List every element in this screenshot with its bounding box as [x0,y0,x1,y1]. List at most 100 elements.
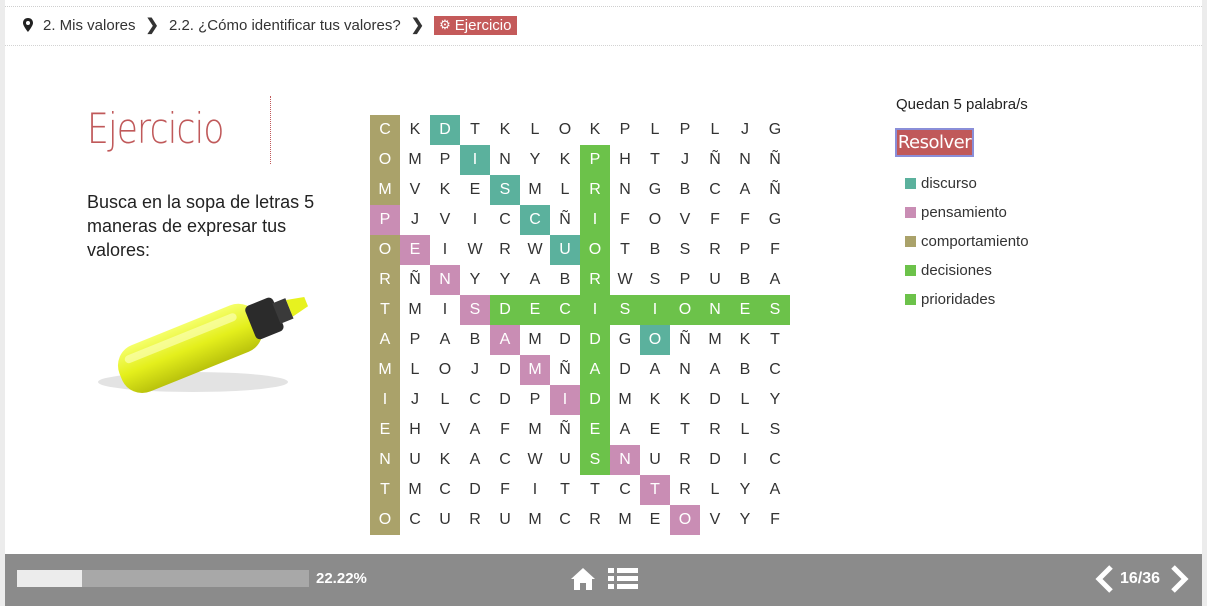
grid-cell[interactable]: T [640,145,670,175]
grid-cell[interactable]: R [580,505,610,535]
grid-cell[interactable]: I [460,145,490,175]
grid-cell[interactable]: S [490,175,520,205]
grid-cell[interactable]: S [460,295,490,325]
grid-cell[interactable]: E [640,415,670,445]
grid-cell[interactable]: A [730,175,760,205]
grid-cell[interactable]: O [640,205,670,235]
grid-cell[interactable]: B [730,265,760,295]
grid-cell[interactable]: K [550,145,580,175]
grid-cell[interactable]: I [520,475,550,505]
grid-cell[interactable]: O [670,505,700,535]
breadcrumb-item-identificar[interactable]: 2.2. ¿Cómo identificar tus valores? [169,17,401,34]
grid-cell[interactable]: B [640,235,670,265]
grid-cell[interactable]: K [430,445,460,475]
grid-cell[interactable]: Y [760,385,790,415]
grid-cell[interactable]: J [400,385,430,415]
grid-cell[interactable]: E [640,505,670,535]
grid-cell[interactable]: L [730,415,760,445]
grid-cell[interactable]: C [370,115,400,145]
grid-cell[interactable]: C [400,505,430,535]
grid-cell[interactable]: R [670,445,700,475]
grid-cell[interactable]: A [700,355,730,385]
grid-cell[interactable]: N [670,355,700,385]
grid-cell[interactable]: E [370,415,400,445]
grid-cell[interactable]: P [430,145,460,175]
grid-cell[interactable]: D [700,385,730,415]
grid-cell[interactable]: W [520,445,550,475]
grid-cell[interactable]: I [580,295,610,325]
grid-cell[interactable]: P [670,265,700,295]
grid-cell[interactable]: P [580,145,610,175]
grid-cell[interactable]: N [610,175,640,205]
grid-cell[interactable]: A [580,355,610,385]
grid-cell[interactable]: D [460,475,490,505]
grid-cell[interactable]: D [490,295,520,325]
grid-cell[interactable]: O [550,115,580,145]
grid-cell[interactable]: P [610,115,640,145]
grid-cell[interactable]: T [370,295,400,325]
grid-cell[interactable]: E [460,175,490,205]
grid-cell[interactable]: T [640,475,670,505]
word-search-grid[interactable]: CKDTKLOKPLPLJGOMPINYKPHTJÑNÑMVKESMLRNGBC… [370,115,790,535]
grid-cell[interactable]: Ñ [760,145,790,175]
grid-cell[interactable]: Y [730,475,760,505]
grid-cell[interactable]: F [730,205,760,235]
chevron-right-icon[interactable] [1169,565,1189,593]
grid-cell[interactable]: S [670,235,700,265]
grid-cell[interactable]: D [430,115,460,145]
grid-cell[interactable]: O [580,235,610,265]
grid-cell[interactable]: F [700,205,730,235]
grid-cell[interactable]: T [550,475,580,505]
grid-cell[interactable]: Ñ [400,265,430,295]
grid-cell[interactable]: W [460,235,490,265]
grid-cell[interactable]: N [700,295,730,325]
grid-cell[interactable]: E [730,295,760,325]
grid-cell[interactable]: V [430,205,460,235]
grid-cell[interactable]: E [520,295,550,325]
grid-cell[interactable]: M [520,355,550,385]
grid-cell[interactable]: Ñ [550,415,580,445]
grid-cell[interactable]: Y [520,145,550,175]
grid-cell[interactable]: C [490,445,520,475]
grid-cell[interactable]: G [640,175,670,205]
list-icon[interactable] [608,568,638,590]
grid-cell[interactable]: C [610,475,640,505]
grid-cell[interactable]: O [640,325,670,355]
grid-cell[interactable]: V [430,415,460,445]
grid-cell[interactable]: N [730,145,760,175]
grid-cell[interactable]: N [430,265,460,295]
grid-cell[interactable]: A [760,475,790,505]
grid-cell[interactable]: I [550,385,580,415]
grid-cell[interactable]: D [700,445,730,475]
grid-cell[interactable]: M [610,505,640,535]
grid-cell[interactable]: S [580,445,610,475]
grid-cell[interactable]: F [760,235,790,265]
chevron-left-icon[interactable] [1095,565,1115,593]
resolver-button[interactable]: Resolver [895,128,974,157]
grid-cell[interactable]: S [760,415,790,445]
grid-cell[interactable]: L [640,115,670,145]
grid-cell[interactable]: U [550,235,580,265]
grid-cell[interactable]: C [760,355,790,385]
breadcrumb-item-mis-valores[interactable]: 2. Mis valores [43,17,136,34]
grid-cell[interactable]: K [430,175,460,205]
grid-cell[interactable]: U [640,445,670,475]
grid-cell[interactable]: S [760,295,790,325]
grid-cell[interactable]: I [370,385,400,415]
grid-cell[interactable]: M [520,325,550,355]
grid-cell[interactable]: D [580,385,610,415]
grid-cell[interactable]: E [400,235,430,265]
grid-cell[interactable]: O [370,145,400,175]
grid-cell[interactable]: M [400,295,430,325]
grid-cell[interactable]: U [700,265,730,295]
grid-cell[interactable]: F [490,415,520,445]
grid-cell[interactable]: B [730,355,760,385]
grid-cell[interactable]: R [370,265,400,295]
grid-cell[interactable]: M [520,175,550,205]
grid-cell[interactable]: M [610,385,640,415]
grid-cell[interactable]: S [610,295,640,325]
grid-cell[interactable]: Ñ [760,175,790,205]
grid-cell[interactable]: R [460,505,490,535]
grid-cell[interactable]: A [460,445,490,475]
grid-cell[interactable]: M [370,355,400,385]
